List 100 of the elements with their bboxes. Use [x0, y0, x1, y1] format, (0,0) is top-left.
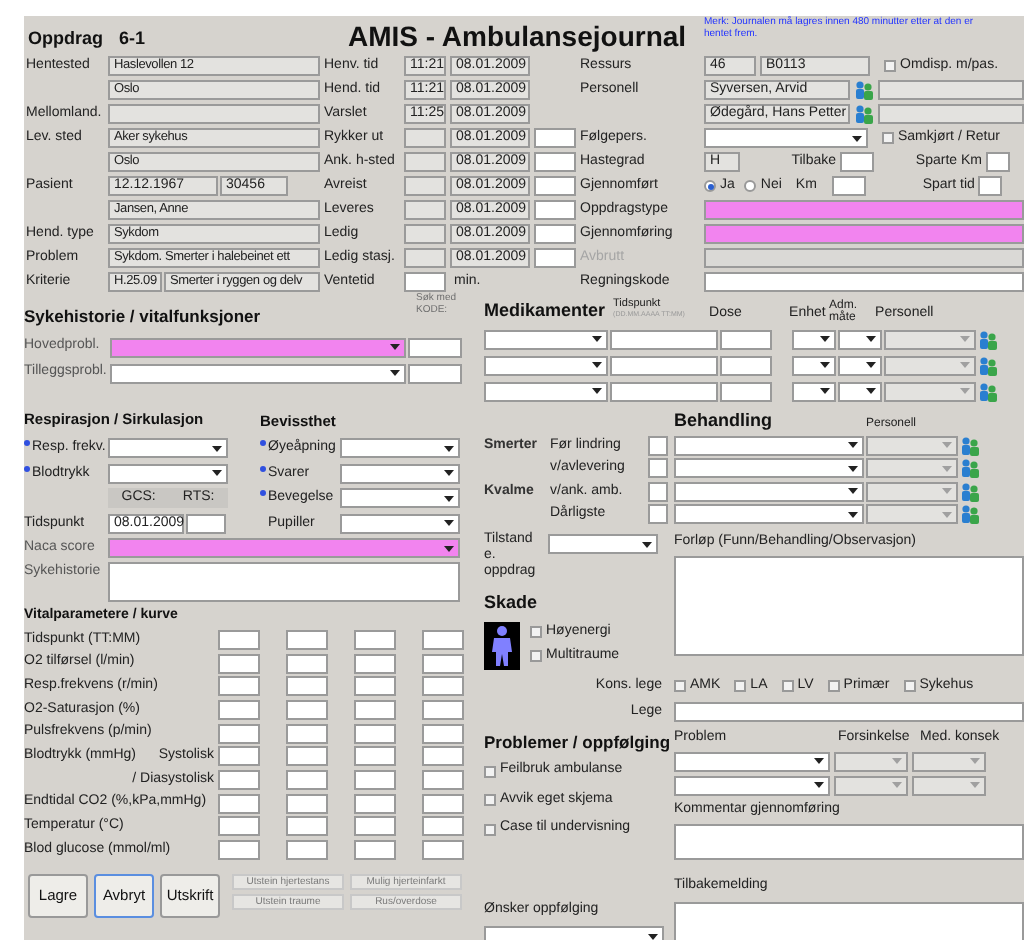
text-field[interactable]: [404, 248, 446, 268]
text-field[interactable]: [218, 699, 260, 720]
people-icon[interactable]: [854, 80, 874, 100]
dropdown[interactable]: [838, 329, 882, 349]
text-field[interactable]: [704, 200, 1024, 220]
text-field[interactable]: [404, 176, 446, 196]
text-field[interactable]: [354, 629, 396, 650]
text-field[interactable]: [978, 176, 1003, 196]
text-area[interactable]: [674, 901, 1024, 940]
text-field[interactable]: [404, 152, 446, 172]
checkbox[interactable]: [882, 132, 894, 144]
checkbox[interactable]: [484, 823, 496, 835]
text-field[interactable]: [720, 355, 772, 375]
checkbox[interactable]: [827, 680, 840, 692]
text-field[interactable]: [648, 481, 668, 502]
text-field[interactable]: [704, 272, 1024, 292]
text-field[interactable]: [534, 248, 576, 268]
text-area[interactable]: [674, 555, 1024, 655]
text-field[interactable]: [720, 329, 772, 349]
text-field[interactable]: [286, 676, 328, 697]
people-icon[interactable]: [978, 329, 998, 349]
text-area[interactable]: [674, 824, 1024, 860]
text-field[interactable]: [648, 435, 668, 456]
dropdown[interactable]: [792, 355, 836, 375]
people-icon[interactable]: [960, 504, 980, 525]
people-icon[interactable]: [978, 355, 998, 375]
text-field[interactable]: [354, 746, 396, 767]
text-field[interactable]: [404, 128, 446, 148]
text-field[interactable]: [534, 152, 576, 172]
checkbox[interactable]: [530, 650, 542, 663]
text-field[interactable]: [354, 769, 396, 790]
text-field[interactable]: [422, 746, 464, 767]
checkbox[interactable]: [734, 680, 747, 692]
text-field[interactable]: [354, 699, 396, 720]
text-field[interactable]: [218, 769, 260, 790]
text-field[interactable]: [354, 653, 396, 674]
text-field[interactable]: [704, 224, 1024, 244]
text-field[interactable]: [218, 793, 260, 814]
text-field[interactable]: [422, 699, 464, 720]
dropdown[interactable]: [838, 381, 882, 401]
people-icon[interactable]: [978, 381, 998, 401]
dropdown[interactable]: [792, 381, 836, 401]
text-field[interactable]: [404, 200, 446, 220]
text-field[interactable]: [610, 381, 718, 401]
people-icon[interactable]: [960, 481, 980, 502]
text-field[interactable]: [422, 723, 464, 744]
text-field[interactable]: [840, 152, 874, 172]
text-field[interactable]: [422, 840, 464, 861]
text-field[interactable]: [422, 676, 464, 697]
text-field[interactable]: [878, 80, 1024, 100]
text-field[interactable]: [108, 104, 320, 124]
text-field[interactable]: [286, 793, 328, 814]
text-field[interactable]: [534, 176, 576, 196]
text-field[interactable]: [286, 699, 328, 720]
people-icon[interactable]: [960, 458, 980, 479]
text-field[interactable]: [286, 746, 328, 767]
dropdown[interactable]: [838, 355, 882, 375]
text-field[interactable]: [422, 653, 464, 674]
radio-button[interactable]: [704, 180, 716, 192]
text-field[interactable]: [986, 152, 1010, 172]
text-field[interactable]: [218, 840, 260, 861]
text-field[interactable]: [648, 458, 668, 479]
text-field[interactable]: [218, 746, 260, 767]
text-field[interactable]: [720, 381, 772, 401]
text-field[interactable]: [354, 676, 396, 697]
dropdown[interactable]: [792, 329, 836, 349]
text-field[interactable]: [218, 653, 260, 674]
text-field[interactable]: [354, 723, 396, 744]
text-field[interactable]: [354, 840, 396, 861]
text-field[interactable]: [286, 723, 328, 744]
people-icon[interactable]: [854, 104, 874, 124]
text-field[interactable]: [422, 629, 464, 650]
checkbox[interactable]: [903, 680, 916, 692]
checkbox[interactable]: [484, 765, 496, 777]
text-field[interactable]: [286, 653, 328, 674]
text-field[interactable]: [408, 363, 462, 383]
checkbox[interactable]: [884, 60, 896, 72]
text-field[interactable]: [404, 224, 446, 244]
text-field[interactable]: [534, 200, 576, 220]
text-field[interactable]: [286, 769, 328, 790]
text-field[interactable]: [404, 272, 446, 292]
text-field[interactable]: [648, 504, 668, 525]
text-field[interactable]: [286, 629, 328, 650]
checkbox[interactable]: [781, 680, 794, 692]
text-field[interactable]: [674, 702, 1024, 722]
text-field[interactable]: [408, 337, 462, 357]
text-field[interactable]: [534, 128, 576, 148]
text-field[interactable]: [218, 816, 260, 837]
text-field[interactable]: [286, 840, 328, 861]
text-field[interactable]: [610, 329, 718, 349]
text-field[interactable]: [422, 816, 464, 837]
checkbox[interactable]: [674, 680, 686, 692]
text-field[interactable]: [832, 176, 867, 196]
text-field[interactable]: [878, 104, 1024, 124]
checkbox[interactable]: [484, 794, 496, 806]
text-field[interactable]: [610, 355, 718, 375]
body-diagram-icon[interactable]: [484, 621, 520, 669]
text-area[interactable]: [108, 562, 460, 602]
text-field[interactable]: [354, 816, 396, 837]
text-field[interactable]: [218, 676, 260, 697]
